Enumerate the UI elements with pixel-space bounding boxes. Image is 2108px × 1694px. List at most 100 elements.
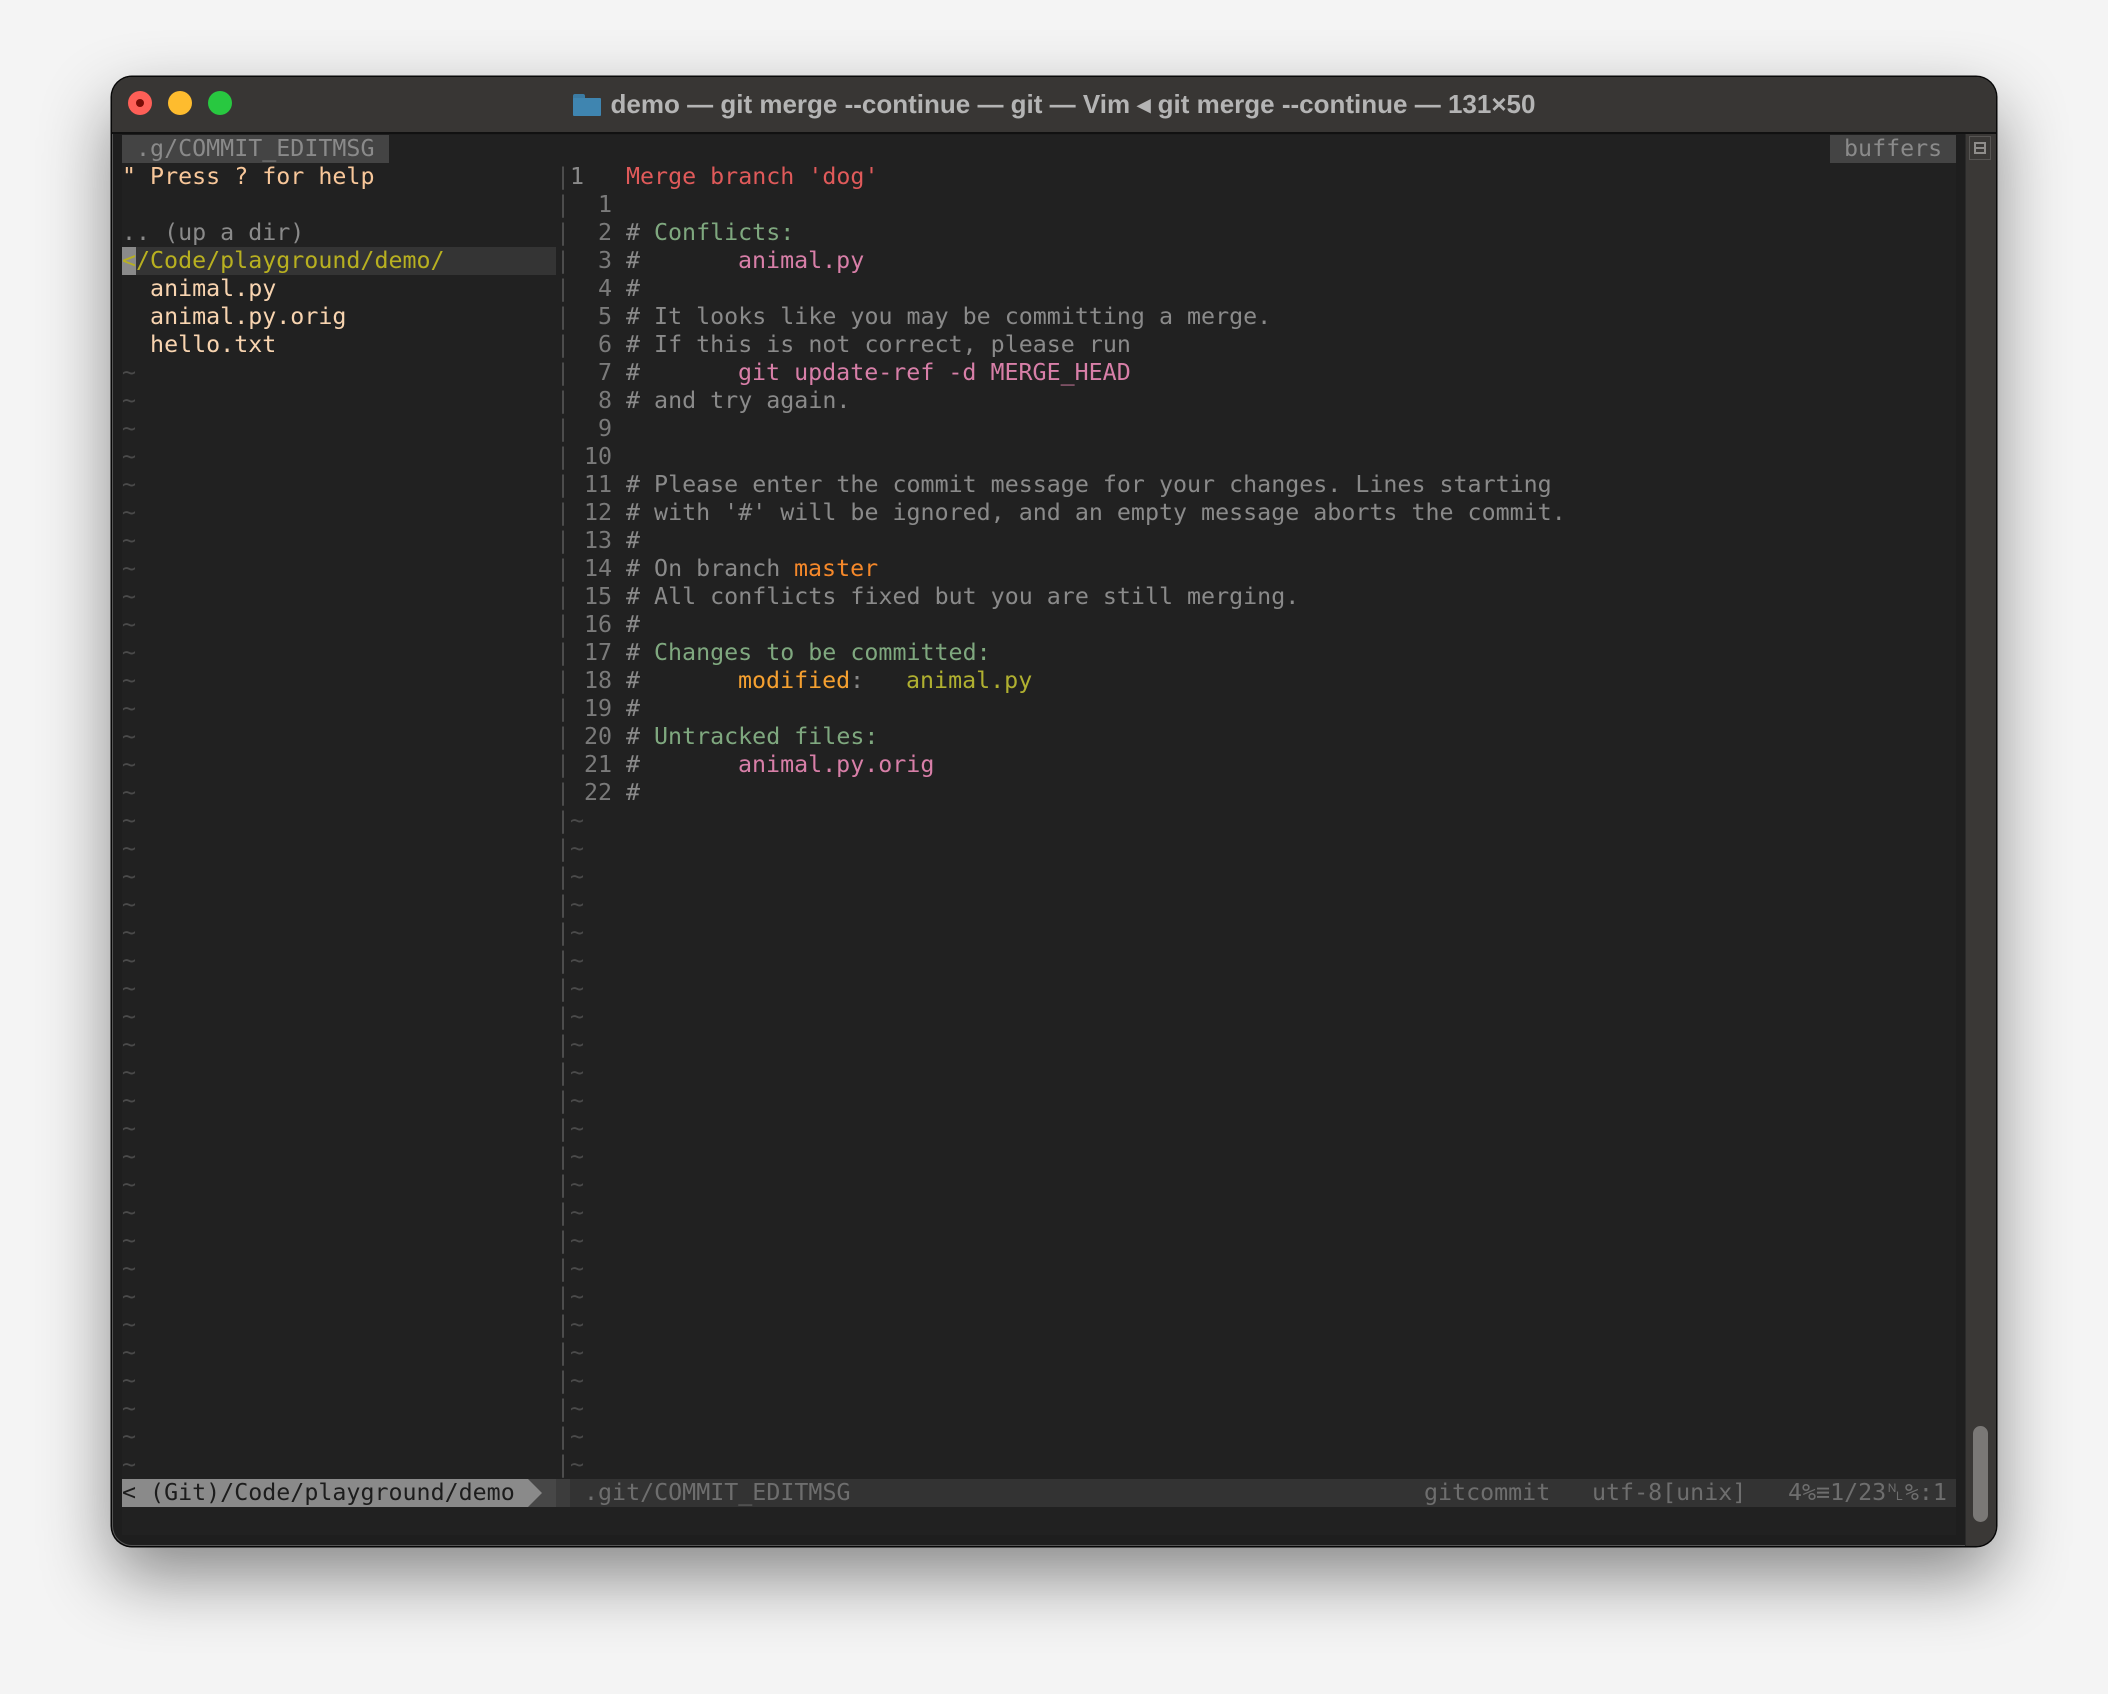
vertical-split[interactable]: |: [556, 1115, 570, 1143]
code-text[interactable]: #: [626, 359, 738, 387]
screen-row: ~ | ~: [122, 1255, 1956, 1283]
tab-commit-editmsg[interactable]: .g/COMMIT_EDITMSG: [122, 135, 389, 163]
code-text[interactable]: # It looks like you may be committing a …: [626, 303, 1271, 331]
vertical-split[interactable]: |: [556, 835, 570, 863]
code-text[interactable]: #: [626, 779, 640, 807]
vertical-split[interactable]: |: [556, 359, 570, 387]
vertical-split[interactable]: |: [556, 751, 570, 779]
code-text[interactable]: Conflicts:: [654, 219, 794, 247]
vertical-split[interactable]: |: [556, 1283, 570, 1311]
empty-line-marker: ~: [122, 779, 137, 806]
code-text[interactable]: animal.py: [738, 247, 864, 275]
code-text[interactable]: # If this is not correct, please run: [626, 331, 1131, 359]
vertical-split[interactable]: |: [556, 275, 570, 303]
vertical-split[interactable]: |: [556, 303, 570, 331]
code-text[interactable]: # and try again.: [626, 387, 850, 415]
vertical-split[interactable]: |: [556, 611, 570, 639]
vertical-split[interactable]: |: [556, 975, 570, 1003]
line-number: 21: [570, 751, 613, 778]
vertical-split[interactable]: |: [556, 639, 570, 667]
vertical-split[interactable]: |: [556, 1003, 570, 1031]
buffers-label[interactable]: buffers: [1830, 135, 1957, 163]
vertical-split[interactable]: |: [556, 527, 570, 555]
code-text[interactable]: # Please enter the commit message for yo…: [626, 471, 1552, 499]
vertical-split[interactable]: |: [556, 331, 570, 359]
empty-line-marker: ~: [570, 1255, 585, 1282]
vertical-split[interactable]: |: [556, 1395, 570, 1423]
explorer-updir[interactable]: .. (up a dir): [122, 219, 304, 247]
code-text[interactable]: #: [626, 219, 654, 247]
vertical-split[interactable]: |: [556, 695, 570, 723]
code-text[interactable]: Changes to be committed:: [654, 639, 991, 667]
code-text[interactable]: Merge branch 'dog': [626, 163, 878, 191]
code-text[interactable]: #: [626, 667, 738, 695]
code-text[interactable]: #: [626, 527, 640, 555]
vertical-split[interactable]: |: [556, 387, 570, 415]
vertical-split[interactable]: |: [556, 163, 570, 191]
line-number: 12: [570, 499, 613, 526]
empty-line-marker: ~: [570, 1199, 585, 1226]
code-text[interactable]: # with '#' will be ignored, and an empty…: [626, 499, 1566, 527]
vertical-split[interactable]: |: [556, 1367, 570, 1395]
code-text[interactable]: #: [626, 275, 640, 303]
vertical-split[interactable]: |: [556, 1031, 570, 1059]
vim-terminal[interactable]: .g/COMMIT_EDITMSG buffers " Press ? for …: [122, 135, 1957, 1535]
code-text[interactable]: #: [626, 611, 640, 639]
vertical-split[interactable]: |: [556, 1423, 570, 1451]
vertical-split[interactable]: |: [556, 807, 570, 835]
code-text[interactable]: # On branch: [626, 555, 794, 583]
screen-row: ~ | 19 #: [122, 695, 1956, 723]
vertical-split[interactable]: |: [556, 1143, 570, 1171]
code-text[interactable]: master: [794, 555, 878, 583]
scrollbar[interactable]: [1965, 134, 1996, 1546]
vertical-split[interactable]: |: [556, 891, 570, 919]
vertical-split[interactable]: |: [556, 947, 570, 975]
code-text[interactable]: # All conflicts fixed but you are still …: [626, 583, 1299, 611]
line-number: 7: [570, 359, 613, 386]
code-text[interactable]: git update-ref -d MERGE_HEAD: [738, 359, 1131, 387]
code-text[interactable]: animal.py.orig: [738, 751, 934, 779]
explorer-file[interactable]: animal.py: [122, 275, 276, 303]
explorer-file[interactable]: animal.py.orig: [122, 303, 346, 331]
vertical-split[interactable]: |: [556, 499, 570, 527]
explorer-file[interactable]: hello.txt: [122, 331, 276, 359]
vertical-split[interactable]: |: [556, 667, 570, 695]
empty-line-marker: ~: [570, 1395, 585, 1422]
split-pane-button[interactable]: [1969, 136, 1991, 160]
vertical-split[interactable]: |: [556, 583, 570, 611]
code-text[interactable]: #: [626, 247, 738, 275]
vertical-split[interactable]: |: [556, 1059, 570, 1087]
vertical-split[interactable]: |: [556, 471, 570, 499]
code-text[interactable]: modified: [738, 667, 850, 695]
command-line[interactable]: [122, 1507, 1956, 1535]
code-text[interactable]: #: [626, 639, 654, 667]
code-text[interactable]: animal.py: [906, 667, 1032, 695]
vertical-split[interactable]: |: [556, 1451, 570, 1479]
title-bar[interactable]: demo — git merge --continue — git — Vim …: [112, 77, 1996, 134]
vertical-split[interactable]: |: [556, 1339, 570, 1367]
vertical-split[interactable]: |: [556, 919, 570, 947]
vertical-split[interactable]: |: [556, 191, 570, 219]
screen-row: ~ | 16 #: [122, 611, 1956, 639]
vertical-split[interactable]: |: [556, 1087, 570, 1115]
vertical-split[interactable]: |: [556, 1255, 570, 1283]
code-text[interactable]: #: [626, 751, 738, 779]
vertical-split[interactable]: |: [556, 443, 570, 471]
vertical-split[interactable]: |: [556, 1199, 570, 1227]
vertical-split[interactable]: |: [556, 779, 570, 807]
vertical-split[interactable]: |: [556, 723, 570, 751]
explorer-current-dir[interactable]: /Code/playground/demo/: [136, 247, 445, 275]
vertical-split[interactable]: |: [556, 415, 570, 443]
code-text[interactable]: #: [626, 723, 654, 751]
code-text[interactable]: Untracked files:: [654, 723, 878, 751]
vertical-split[interactable]: |: [556, 555, 570, 583]
code-text[interactable]: #: [626, 695, 640, 723]
vertical-split[interactable]: |: [556, 1171, 570, 1199]
code-text[interactable]: :: [850, 667, 906, 695]
vertical-split[interactable]: |: [556, 1311, 570, 1339]
vertical-split[interactable]: |: [556, 247, 570, 275]
vertical-split[interactable]: |: [556, 863, 570, 891]
scrollbar-thumb[interactable]: [1973, 1426, 1988, 1522]
vertical-split[interactable]: |: [556, 1227, 570, 1255]
vertical-split[interactable]: |: [556, 219, 570, 247]
